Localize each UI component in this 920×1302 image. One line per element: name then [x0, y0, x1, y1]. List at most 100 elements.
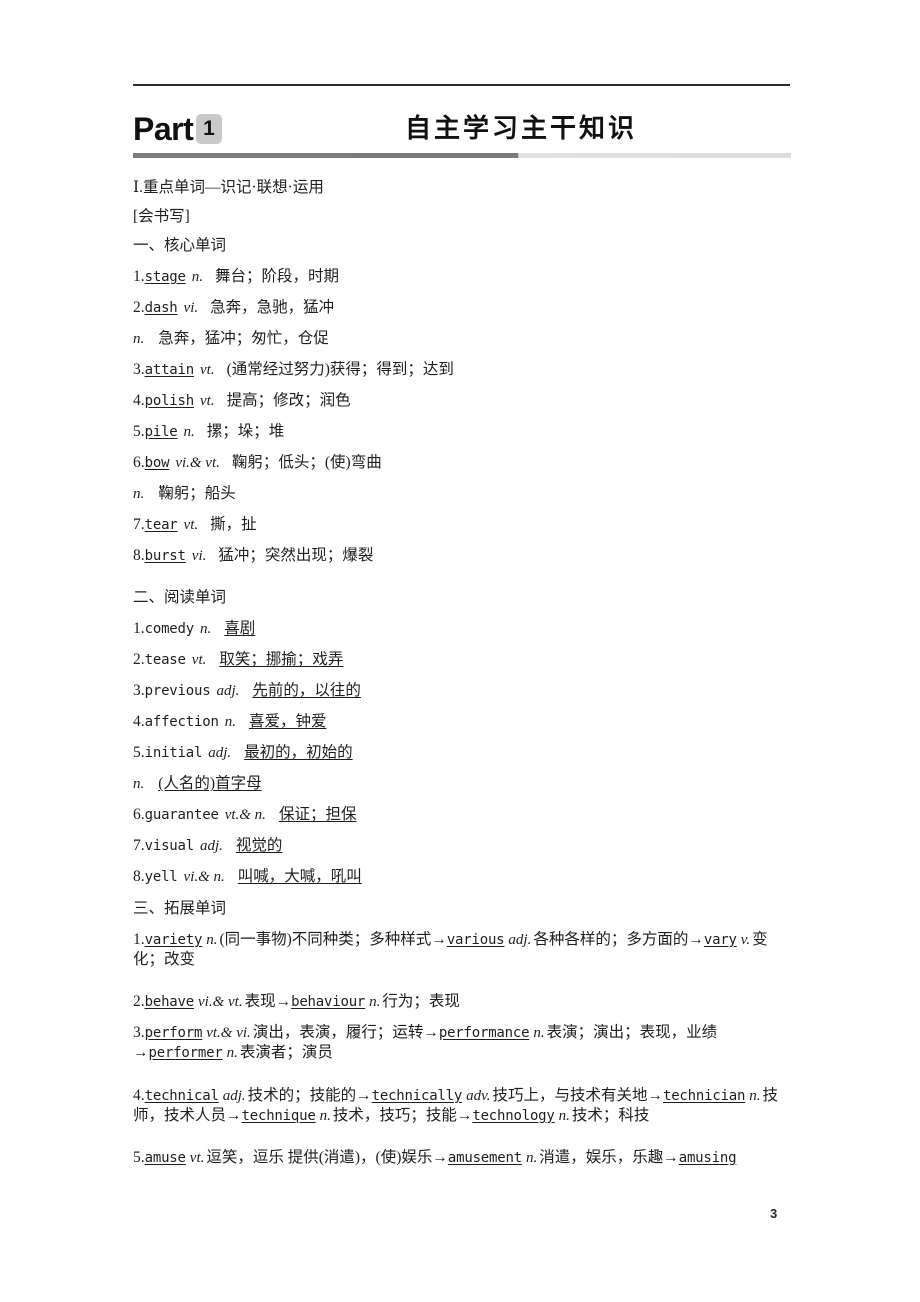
word-meaning: (通常经过努力)获得；得到；达到 — [226, 361, 454, 378]
word-entry: 2.behave vi.& vt. 表现→behaviour n. 行为；表现 — [133, 992, 795, 1012]
part-of-speech: adj. — [216, 683, 240, 699]
derivation-arrow: → — [275, 993, 292, 1010]
word-entry: 1.stage n. 舞台；阶段，时期 — [133, 267, 339, 287]
word-meaning: 喜爱，钟爱 — [248, 713, 327, 730]
headword: technically — [371, 1088, 463, 1104]
entry-number: 4. — [133, 713, 145, 730]
headword: yell — [144, 869, 178, 885]
part-of-speech: n. — [200, 621, 212, 637]
derivation-arrow: → — [431, 931, 447, 948]
entry-number: 4. — [133, 392, 145, 409]
word-meaning: 视觉的 — [235, 837, 283, 854]
headword: dash — [144, 300, 178, 316]
entry-number: 2. — [133, 299, 145, 316]
part-of-speech: vt. — [189, 1150, 205, 1166]
word-entry: 5.pile n. 摞；垛；堆 — [133, 422, 284, 442]
word-meaning: (同一事物)不同种类；多种样式 — [219, 931, 432, 948]
word-meaning: 鞠躬；船头 — [158, 485, 236, 502]
word-meaning: 先前的，以往的 — [252, 682, 361, 699]
part-of-speech: n. — [206, 932, 218, 948]
headword: bow — [144, 455, 170, 471]
part-of-speech: vt.& n. — [224, 807, 266, 823]
headword: behaviour — [291, 994, 366, 1010]
headword: attain — [144, 362, 195, 378]
part-of-speech: n. — [133, 331, 145, 347]
derivation-arrow: → — [663, 1149, 679, 1166]
entry-number: 5. — [133, 744, 145, 761]
word-entry: 4.affection n. 喜爱，钟爱 — [133, 712, 326, 732]
headword: previous — [144, 683, 211, 699]
part-of-speech: adj. — [208, 745, 232, 761]
word-meaning: 舞台；阶段，时期 — [215, 268, 340, 285]
derivation-arrow: → — [423, 1024, 439, 1041]
derivation-arrow: → — [647, 1087, 663, 1104]
word-entry: 1.comedy n. 喜剧 — [133, 619, 255, 639]
part-of-speech: n. — [133, 776, 145, 792]
section-heading-core: 一、核心单词 — [133, 237, 227, 254]
entry-number: 1. — [133, 268, 145, 285]
headword: various — [446, 932, 505, 948]
part-header-gradient-bar — [133, 153, 791, 158]
headword: technology — [472, 1108, 555, 1124]
word-meaning: 逗笑，逗乐 提供(消遣)，(使)娱乐 — [206, 1149, 433, 1166]
page-number: 3 — [770, 1206, 778, 1221]
section-heading-reading: 二、阅读单词 — [133, 589, 227, 606]
roman-heading: Ⅰ.重点单词—识记·联想·运用 — [133, 179, 324, 196]
word-meaning: 技术的；技能的 — [247, 1087, 357, 1104]
part-of-speech: adj. — [508, 932, 532, 948]
part-of-speech: n. — [224, 714, 236, 730]
part-of-speech: vi. — [183, 300, 199, 316]
headword: vary — [703, 932, 737, 948]
headword: amusing — [678, 1150, 737, 1166]
word-meaning: 保证；担保 — [278, 806, 357, 823]
word-meaning: 最初的，初始的 — [244, 744, 353, 761]
headword: behave — [144, 994, 195, 1010]
part-of-speech: adj. — [222, 1088, 246, 1104]
part-of-speech: vt. — [191, 652, 207, 668]
part-of-speech: n. — [749, 1088, 761, 1104]
entry-number: 7. — [133, 516, 145, 533]
part-of-speech: vt. — [183, 517, 199, 533]
headword: comedy — [144, 621, 195, 637]
entry-number: 5. — [133, 1149, 145, 1166]
word-entry: 8.burst vi. 猛冲；突然出现；爆裂 — [133, 546, 373, 566]
word-meaning: 表演；演出；表现，业绩 — [546, 1024, 718, 1041]
part-of-speech: n. — [558, 1108, 570, 1124]
word-entry: 3.perform vt.& vi. 演出，表演，履行；运转→performance… — [133, 1023, 795, 1063]
word-meaning: (人名的)首字母 — [158, 775, 262, 792]
headword: technique — [241, 1108, 316, 1124]
part-number-badge: 1 — [196, 114, 222, 144]
bracket-heading: [会书写] — [133, 208, 190, 225]
headword: visual — [144, 838, 195, 854]
word-meaning: 技巧上，与技术有关地 — [492, 1087, 648, 1104]
part-of-speech: n. — [369, 994, 381, 1010]
word-entry: 6.bow vi.& vt. 鞠躬；低头；(使)弯曲 — [133, 453, 382, 473]
part-label: Part — [133, 111, 194, 147]
derivation-arrow: → — [356, 1087, 372, 1104]
entry-number: 2. — [133, 651, 145, 668]
word-meaning: 摞；垛；堆 — [206, 423, 285, 440]
part-of-speech: n. — [133, 486, 145, 502]
word-entry: 6.guarantee vt.& n. 保证；担保 — [133, 805, 356, 825]
word-entry: 5.initial adj. 最初的，初始的 — [133, 743, 353, 763]
word-meaning: 猛冲；突然出现；爆裂 — [218, 547, 374, 564]
headword: amuse — [144, 1150, 186, 1166]
part-of-speech: vi.& n. — [183, 869, 225, 885]
part-of-speech: vt.& vi. — [206, 1025, 251, 1041]
headword: performer — [148, 1045, 223, 1061]
headword: technician — [662, 1088, 746, 1104]
headword: technical — [144, 1088, 219, 1104]
word-meaning: 急奔，猛冲；匆忙，仓促 — [158, 330, 329, 347]
entry-number: 3. — [133, 1024, 145, 1041]
headword: stage — [144, 269, 186, 285]
word-entry: 3.attain vt. (通常经过努力)获得；得到；达到 — [133, 360, 454, 380]
headword: perform — [144, 1025, 203, 1041]
part-of-speech: n. — [191, 269, 204, 285]
headword: variety — [144, 932, 203, 948]
document-page: Part 1 自主学习主干知识 Ⅰ.重点单词—识记·联想·运用 [会书写] 一、… — [0, 0, 920, 1302]
word-meaning: 鞠躬；低头；(使)弯曲 — [231, 454, 382, 471]
entry-number: 8. — [133, 547, 145, 564]
word-entry: n. 急奔，猛冲；匆忙，仓促 — [133, 329, 329, 349]
word-meaning: 提高；修改；润色 — [226, 392, 351, 409]
word-meaning: 表现 — [244, 993, 276, 1010]
